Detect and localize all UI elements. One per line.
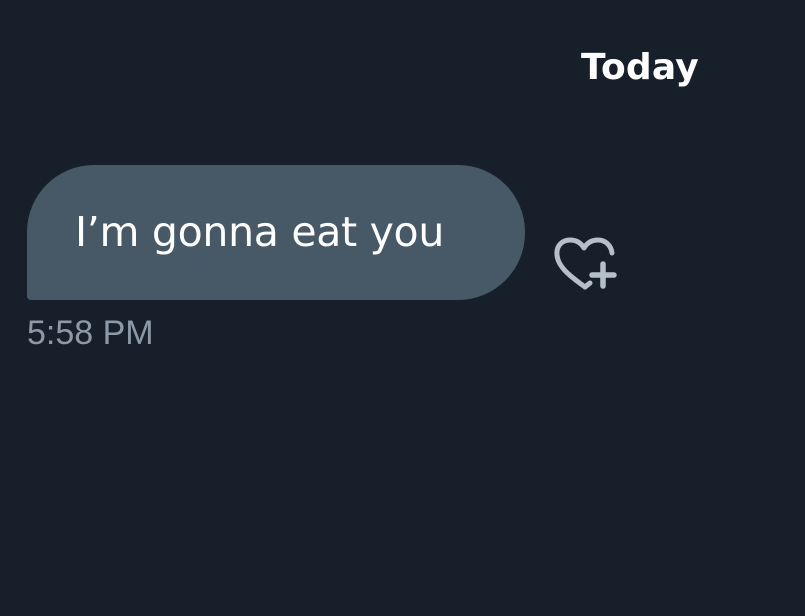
dm-conversation: { "conversation": { "day_separator": "To…	[0, 0, 805, 616]
message-bubble[interactable]: I’m gonna eat you	[27, 165, 525, 300]
heart-plus-icon	[554, 237, 617, 290]
add-reaction-button[interactable]	[552, 235, 618, 295]
message-timestamp: 5:58 PM	[27, 314, 154, 352]
message-text: I’m gonna eat you	[75, 208, 445, 256]
day-separator: Today	[0, 45, 805, 91]
message-received: I’m gonna eat you 5:58 PM	[27, 165, 647, 355]
day-separator-label: Today	[581, 47, 699, 88]
